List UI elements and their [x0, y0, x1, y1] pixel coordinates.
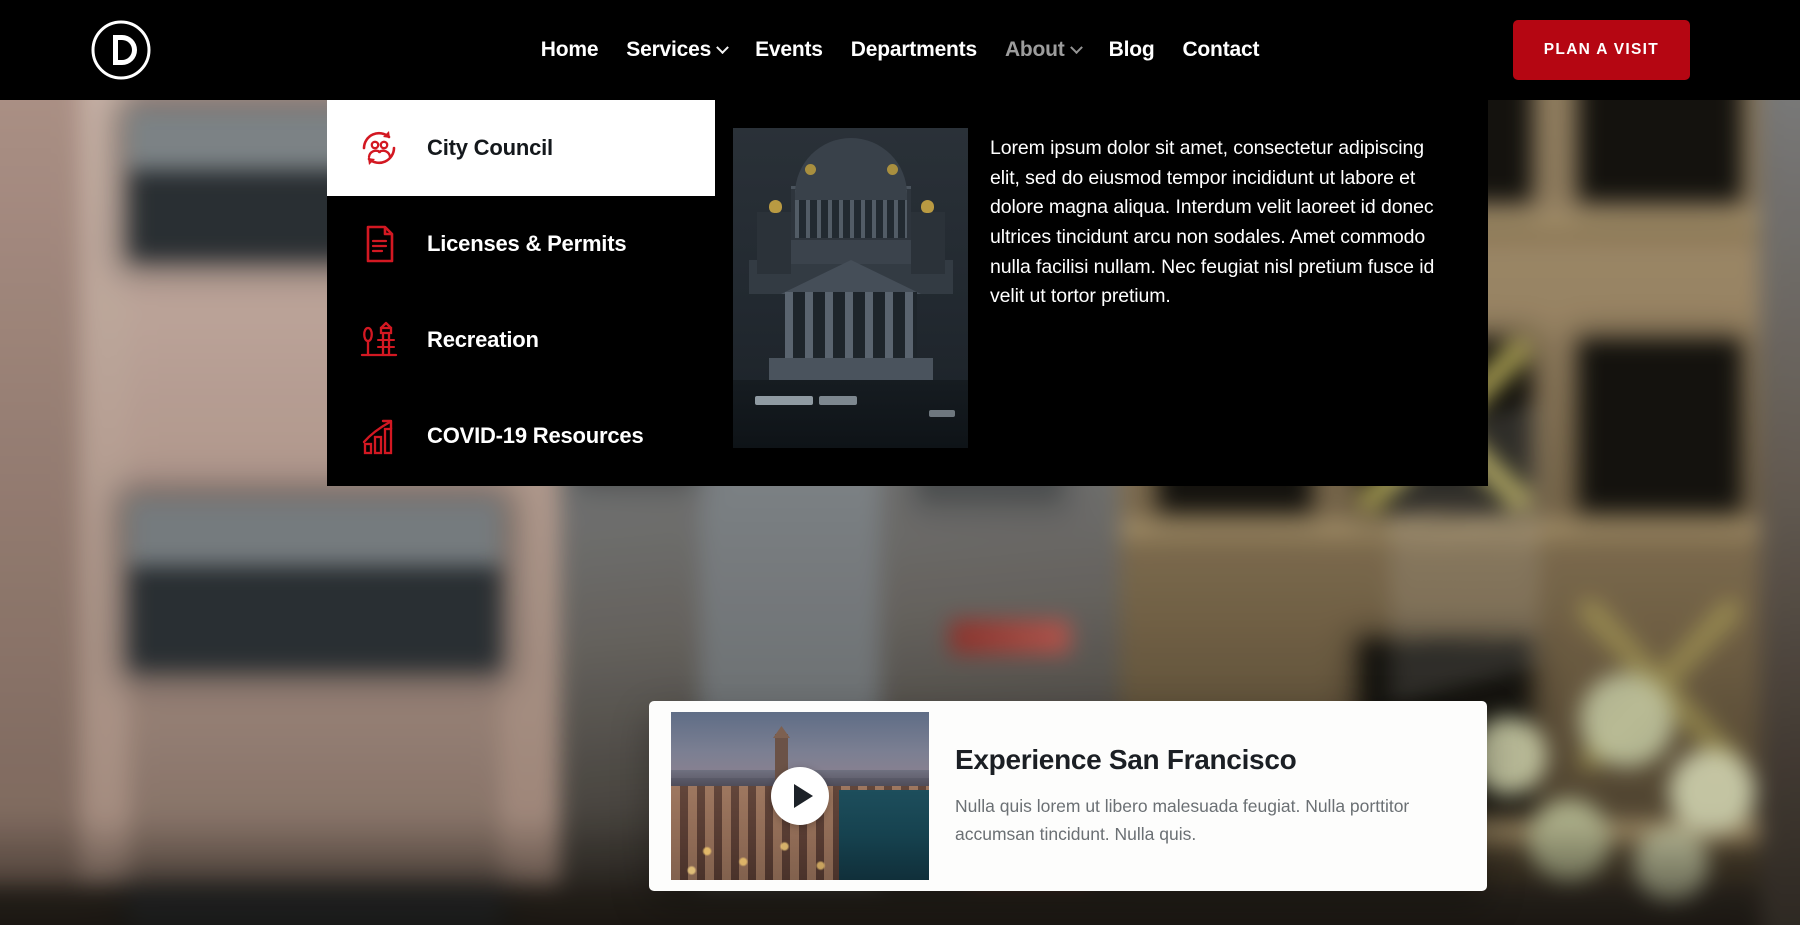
mega-item-licenses-permits[interactable]: Licenses & Permits	[327, 196, 715, 292]
nav-item-blog[interactable]: Blog	[1109, 38, 1155, 62]
nav-label: Home	[541, 38, 599, 62]
mega-item-city-council[interactable]: City Council	[327, 100, 715, 196]
nav-item-departments[interactable]: Departments	[851, 38, 977, 62]
experience-video-card[interactable]: Experience San Francisco Nulla quis lore…	[649, 701, 1487, 891]
mega-item-label: Licenses & Permits	[427, 231, 626, 257]
nav-label: Departments	[851, 38, 977, 62]
mega-item-label: COVID-19 Resources	[427, 423, 644, 449]
video-card-description: Nulla quis lorem ut libero malesuada feu…	[955, 792, 1425, 849]
nav-label: Blog	[1109, 38, 1155, 62]
nav-item-events[interactable]: Events	[755, 38, 823, 62]
document-lines-icon	[357, 222, 401, 266]
chevron-down-icon	[716, 41, 729, 54]
mega-menu-item-list: City Council Licenses & Permits Recreati…	[327, 100, 715, 486]
mega-item-recreation[interactable]: Recreation	[327, 292, 715, 388]
plan-a-visit-button[interactable]: PLAN A VISIT	[1513, 20, 1690, 80]
nav-item-services[interactable]: Services	[626, 38, 727, 62]
plan-a-visit-label: PLAN A VISIT	[1544, 41, 1659, 59]
nav-label: Events	[755, 38, 823, 62]
about-mega-menu: City Council Licenses & Permits Recreati…	[327, 100, 1488, 486]
nav-label: About	[1005, 38, 1065, 62]
nav-label: Services	[626, 38, 711, 62]
mega-item-covid-19-resources[interactable]: COVID-19 Resources	[327, 388, 715, 484]
mega-item-label: Recreation	[427, 327, 539, 353]
chevron-down-icon	[1070, 41, 1083, 54]
nav-item-about[interactable]: About	[1005, 38, 1081, 62]
mega-menu-body-text: Lorem ipsum dolor sit amet, consectetur …	[990, 128, 1445, 486]
mega-menu-content: Lorem ipsum dolor sit amet, consectetur …	[715, 100, 1488, 486]
video-card-text: Experience San Francisco Nulla quis lore…	[955, 744, 1465, 849]
nav-label: Contact	[1182, 38, 1259, 62]
bar-chart-rising-arrow-icon	[357, 414, 401, 458]
people-refresh-cycle-icon	[357, 126, 401, 170]
mega-item-label: City Council	[427, 135, 553, 161]
nav-item-contact[interactable]: Contact	[1182, 38, 1259, 62]
nav-item-home[interactable]: Home	[541, 38, 599, 62]
mega-menu-thumbnail-image	[733, 128, 968, 448]
site-header: Home Services Events Departments About B…	[0, 0, 1800, 100]
video-card-title: Experience San Francisco	[955, 744, 1455, 776]
play-triangle-icon[interactable]	[771, 767, 829, 825]
park-tree-tower-icon	[357, 318, 401, 362]
video-thumbnail[interactable]	[671, 712, 929, 880]
